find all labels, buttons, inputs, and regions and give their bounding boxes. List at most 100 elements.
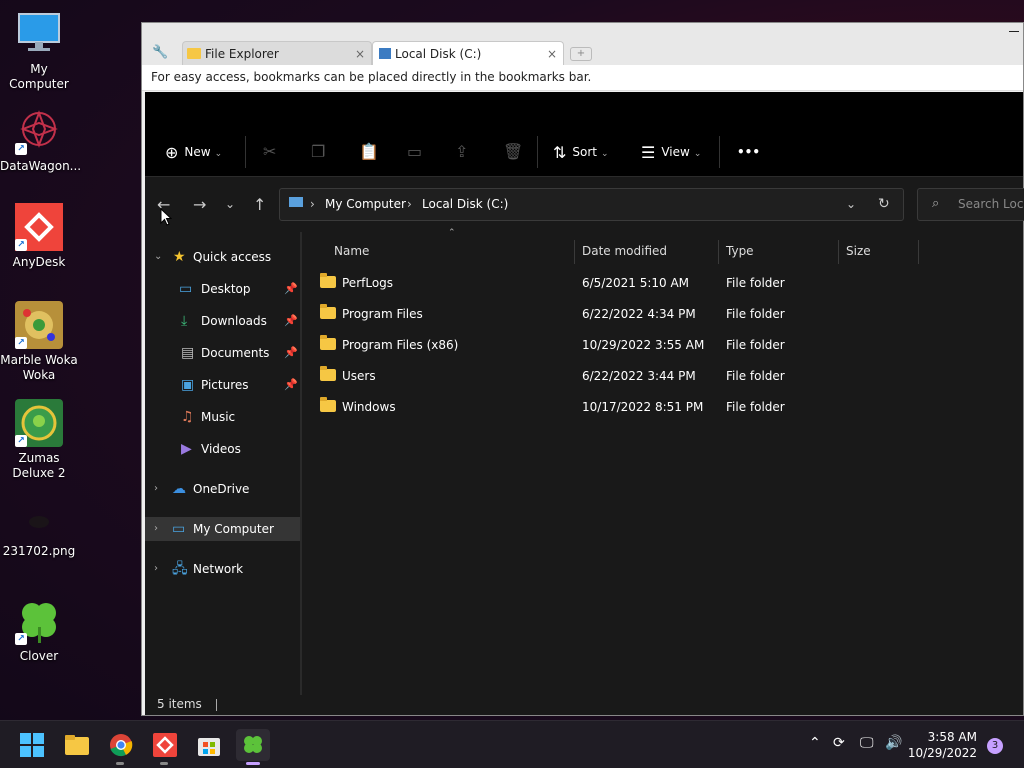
column-divider[interactable] bbox=[574, 240, 575, 264]
address-dropdown-icon[interactable]: ⌄ bbox=[846, 197, 856, 211]
anydesk-icon: ↗ bbox=[15, 203, 63, 251]
expand-chevron-icon[interactable]: › bbox=[154, 557, 158, 581]
zuma-game-icon: ↗ bbox=[15, 399, 63, 447]
refresh-icon[interactable]: ↻ bbox=[878, 196, 890, 212]
nav-item-videos[interactable]: ▶ Videos bbox=[145, 437, 300, 461]
desktop-icon-zumas-deluxe[interactable]: ↗ Zumas Deluxe 2 bbox=[0, 399, 78, 481]
minimize-icon[interactable] bbox=[1009, 31, 1019, 32]
expand-chevron-icon[interactable]: › bbox=[154, 517, 158, 541]
file-row[interactable]: Program Files 6/22/2022 4:34 PM File fol… bbox=[320, 302, 940, 326]
download-icon: ⤓ bbox=[181, 313, 188, 329]
folder-icon bbox=[320, 335, 336, 350]
file-name: Users bbox=[342, 369, 376, 383]
tray-overflow-chevron-icon[interactable]: ⌃ bbox=[809, 735, 821, 751]
cut-icon[interactable]: ✂ bbox=[263, 142, 276, 162]
taskbar-chrome[interactable] bbox=[104, 729, 138, 765]
paste-icon[interactable]: 📋 bbox=[359, 142, 379, 162]
nav-item-music[interactable]: ♫ Music bbox=[145, 405, 300, 429]
expand-chevron-icon[interactable]: › bbox=[154, 477, 158, 501]
column-divider[interactable] bbox=[918, 240, 919, 264]
breadcrumb-local-disk[interactable]: Local Disk (C:) bbox=[422, 197, 508, 211]
file-row[interactable]: Users 6/22/2022 3:44 PM File folder bbox=[320, 364, 940, 388]
shortcut-arrow-icon: ↗ bbox=[15, 633, 27, 645]
nav-item-desktop[interactable]: ▭ Desktop 📌 bbox=[145, 277, 300, 301]
clock[interactable]: 3:58 AM 10/29/2022 bbox=[908, 729, 977, 761]
column-header-size[interactable]: Size bbox=[846, 239, 871, 265]
network-icon: 🖧 bbox=[172, 561, 188, 577]
delete-icon[interactable]: 🗑 bbox=[503, 142, 523, 162]
volume-icon[interactable]: 🔊 bbox=[885, 735, 902, 751]
column-header-name[interactable]: Name bbox=[334, 239, 369, 265]
file-row[interactable]: Windows 10/17/2022 8:51 PM File folder bbox=[320, 395, 940, 419]
column-header-date-modified[interactable]: Date modified bbox=[582, 239, 667, 265]
nav-onedrive[interactable]: › ☁ OneDrive bbox=[145, 477, 300, 501]
pin-icon: 📌 bbox=[284, 282, 298, 295]
column-header-type[interactable]: Type bbox=[726, 239, 754, 265]
sort-button[interactable]: ⇅ Sort ⌄ bbox=[553, 142, 609, 162]
nav-item-pictures[interactable]: ▣ Pictures 📌 bbox=[145, 373, 300, 397]
rename-icon[interactable]: ▭ bbox=[407, 142, 422, 162]
view-button[interactable]: ☰ View ⌄ bbox=[641, 142, 701, 162]
nav-item-downloads[interactable]: ⤓ Downloads 📌 bbox=[145, 309, 300, 333]
file-row[interactable]: PerfLogs 6/5/2021 5:10 AM File folder bbox=[320, 271, 940, 295]
up-arrow-icon[interactable]: ↑ bbox=[253, 195, 266, 214]
computer-icon bbox=[289, 197, 303, 207]
close-tab-icon[interactable]: × bbox=[355, 42, 365, 66]
nav-item-documents[interactable]: ▤ Documents 📌 bbox=[145, 341, 300, 365]
status-divider bbox=[215, 698, 217, 711]
divider bbox=[719, 136, 720, 168]
divider bbox=[245, 136, 246, 168]
close-tab-icon[interactable]: × bbox=[547, 42, 557, 66]
windows-logo-icon bbox=[20, 733, 44, 757]
divider bbox=[537, 136, 538, 168]
shortcut-arrow-icon: ↗ bbox=[15, 239, 27, 251]
breadcrumb-my-computer[interactable]: My Computer bbox=[325, 197, 406, 211]
folder-icon bbox=[320, 366, 336, 381]
recent-chevron-icon[interactable]: ⌄ bbox=[225, 197, 235, 211]
chrome-icon bbox=[110, 734, 133, 757]
wrench-icon[interactable]: 🔧 bbox=[152, 45, 168, 60]
column-divider[interactable] bbox=[838, 240, 839, 264]
desktop-icon-my-computer[interactable]: My Computer bbox=[0, 10, 78, 92]
file-name: Program Files (x86) bbox=[342, 338, 459, 352]
desktop-icon-clover[interactable]: ↗ Clover bbox=[0, 597, 78, 664]
desktop-icon-datawagon[interactable]: ↗ DataWagon... bbox=[0, 107, 81, 174]
address-bar[interactable]: › My Computer › Local Disk (C:) ⌄ ↻ bbox=[279, 188, 904, 221]
taskbar-anydesk[interactable] bbox=[148, 729, 182, 765]
tab-local-disk[interactable]: Local Disk (C:) × bbox=[372, 41, 564, 65]
notification-badge[interactable]: 3 bbox=[987, 738, 1003, 754]
network-monitor-icon[interactable]: 🖵 bbox=[860, 735, 874, 751]
taskbar-store[interactable] bbox=[192, 729, 226, 761]
tab-file-explorer[interactable]: File Explorer × bbox=[182, 41, 372, 65]
clover-icon bbox=[244, 736, 262, 753]
more-options-icon[interactable]: ••• bbox=[737, 142, 760, 162]
new-label: New bbox=[184, 145, 211, 159]
collapse-chevron-icon[interactable]: ⌄ bbox=[154, 245, 162, 269]
share-icon[interactable]: ⇪ bbox=[455, 142, 468, 162]
file-type: File folder bbox=[726, 338, 785, 352]
desktop-icon-image-file[interactable]: 231702.png bbox=[0, 500, 78, 559]
column-divider[interactable] bbox=[718, 240, 719, 264]
start-button[interactable] bbox=[15, 729, 49, 761]
copy-icon[interactable]: ❐ bbox=[311, 142, 325, 162]
desktop-icon-anydesk[interactable]: ↗ AnyDesk bbox=[0, 203, 78, 270]
desktop-icon-label: My Computer bbox=[9, 62, 69, 91]
file-row[interactable]: Program Files (x86) 10/29/2022 3:55 AM F… bbox=[320, 333, 940, 357]
nav-label: Music bbox=[201, 410, 236, 424]
pin-icon: 📌 bbox=[284, 314, 298, 327]
nav-my-computer[interactable]: › ▭ My Computer bbox=[145, 517, 300, 541]
desktop-icon-marble-woka-woka[interactable]: ↗ Marble Woka Woka bbox=[0, 301, 78, 383]
taskbar-file-explorer[interactable] bbox=[60, 729, 94, 761]
taskbar-clover[interactable] bbox=[236, 729, 270, 765]
clover-icon: ↗ bbox=[15, 597, 63, 645]
shortcut-arrow-icon: ↗ bbox=[15, 337, 27, 349]
nav-quick-access[interactable]: ⌄ ★ Quick access bbox=[145, 245, 300, 269]
forward-arrow-icon[interactable]: → bbox=[193, 195, 206, 214]
new-tab-button[interactable]: + bbox=[570, 47, 592, 61]
search-input[interactable]: ⌕ Search Local bbox=[917, 188, 1024, 221]
tab-label: File Explorer bbox=[205, 47, 279, 61]
new-button[interactable]: ⊕ New ⌄ bbox=[165, 142, 222, 162]
nav-network[interactable]: › 🖧 Network bbox=[145, 557, 300, 581]
running-indicator bbox=[160, 762, 168, 765]
sync-icon[interactable]: ⟳ bbox=[833, 735, 845, 751]
